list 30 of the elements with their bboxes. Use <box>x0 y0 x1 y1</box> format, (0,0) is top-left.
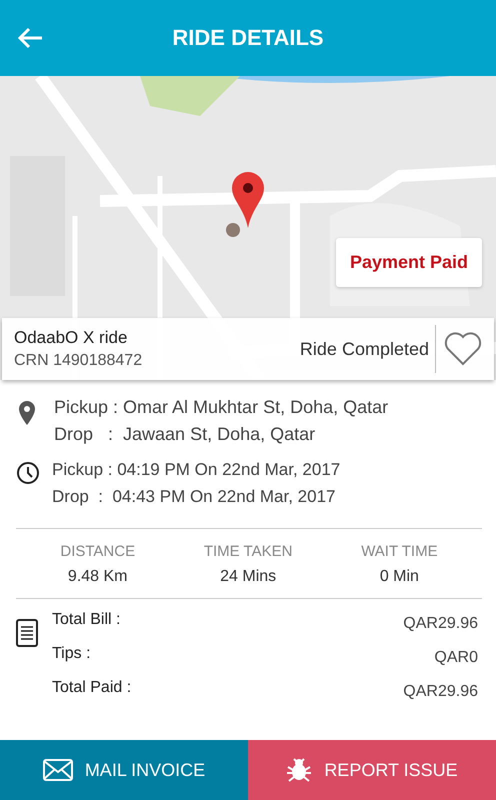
bill-label: Tips : <box>52 645 91 663</box>
bill-label: Total Bill : <box>52 611 120 629</box>
bill-amount: QAR29.96 <box>403 683 478 701</box>
stat-label: DISTANCE <box>60 543 136 560</box>
pickup-time: Pickup : 04:19 PM On 22nd Mar, 2017 <box>52 459 340 481</box>
bill-amount: QAR0 <box>434 649 478 667</box>
screen-title: RIDE DETAILS <box>172 25 324 51</box>
crn-number: CRN 1490188472 <box>14 352 144 370</box>
stat-label: TIME TAKEN <box>204 543 292 560</box>
stat-value: 24 Mins <box>220 568 276 586</box>
pickup-address: Pickup : Omar Al Mukhtar St, Doha, Qatar <box>54 396 388 419</box>
location-pin-icon <box>18 400 36 426</box>
payment-status-badge: Payment Paid <box>336 238 482 287</box>
report-issue-button[interactable]: REPORT ISSUE <box>248 740 496 800</box>
receipt-icon <box>16 619 38 647</box>
bill-amount: QAR29.96 <box>403 615 478 633</box>
mail-invoice-button[interactable]: MAIL INVOICE <box>0 740 248 800</box>
stat-label: WAIT TIME <box>361 543 438 560</box>
stat-value: 0 Min <box>380 568 419 586</box>
ride-name: OdaabO X ride <box>14 328 128 348</box>
clock-icon <box>16 461 40 485</box>
ride-status: Ride Completed <box>300 338 430 360</box>
drop-address: Drop : Jawaan St, Doha, Qatar <box>54 423 316 446</box>
envelope-icon <box>42 759 73 781</box>
bug-icon <box>286 757 312 783</box>
back-arrow-icon <box>16 26 44 50</box>
drop-time: Drop : 04:43 PM On 22nd Mar, 2017 <box>52 486 336 508</box>
heart-icon <box>444 332 482 366</box>
stat-value: 9.48 Km <box>68 568 128 586</box>
bill-label: Total Paid : <box>52 679 132 697</box>
